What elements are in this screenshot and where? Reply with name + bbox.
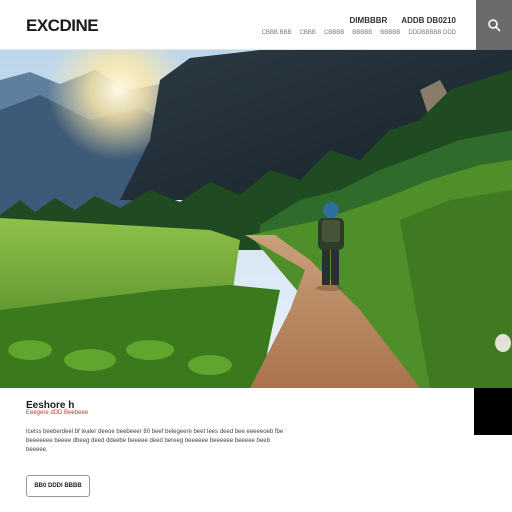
side-panel-block bbox=[474, 388, 512, 435]
site-header: EXCDINE DIMBBBR ADDB DB0210 CBBB BBB CBB… bbox=[0, 0, 512, 50]
nav-link-secondary-1[interactable]: CBBB BBB bbox=[262, 30, 292, 36]
site-logo[interactable]: EXCDINE bbox=[26, 16, 99, 36]
primary-nav: DIMBBBR ADDB DB0210 bbox=[350, 16, 456, 25]
secondary-nav: CBBB BBB CBBB CBBBB BBBBB BBBBB DDDBBBBB… bbox=[262, 30, 456, 36]
read-more-button[interactable]: BB0 DDDI BBBB bbox=[26, 475, 90, 497]
hero-image bbox=[0, 50, 512, 388]
article-content: Eeshore h Eeegere dDD Beebeee Icelss bee… bbox=[0, 388, 474, 512]
nav-link-primary-1[interactable]: DIMBBBR bbox=[350, 16, 388, 25]
nav-link-secondary-5[interactable]: BBBBB bbox=[380, 30, 400, 36]
nav-link-primary-2[interactable]: ADDB DB0210 bbox=[401, 16, 456, 25]
search-button[interactable] bbox=[476, 0, 512, 50]
search-icon bbox=[488, 19, 501, 32]
article-body: Icelss beeberdeel bf tealer deeoe beebee… bbox=[26, 429, 284, 453]
nav-link-secondary-3[interactable]: CBBBB bbox=[324, 30, 344, 36]
article-subtitle: Eeegere dDD Beebeee bbox=[26, 410, 89, 416]
nav-link-secondary-2[interactable]: CBBB bbox=[300, 30, 316, 36]
nav-link-secondary-6[interactable]: DDDBBBBB DDD bbox=[408, 30, 456, 36]
nav-link-secondary-4[interactable]: BBBBB bbox=[352, 30, 372, 36]
